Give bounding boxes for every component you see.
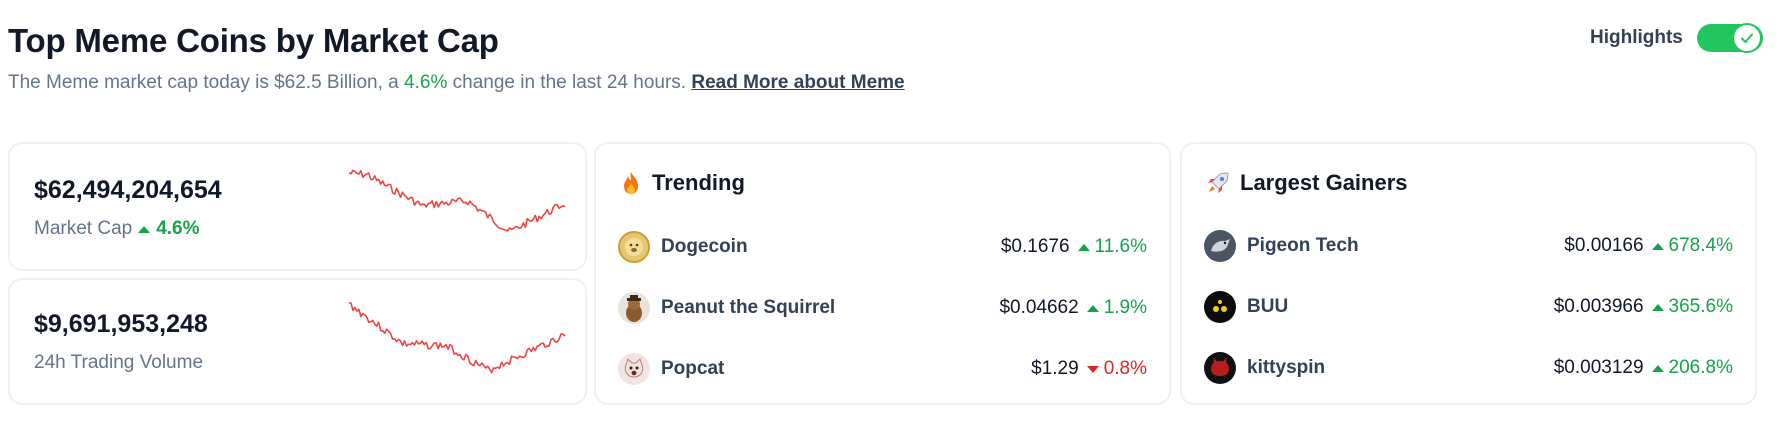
trending-price: $0.1676: [1000, 236, 1070, 257]
market-cap-value: $62,494,204,654: [34, 176, 222, 204]
rocket-icon: [1208, 172, 1229, 193]
highlights-toggle-group: Highlights: [1590, 23, 1763, 53]
gainers-price: $0.003129: [1553, 357, 1644, 378]
subtitle-suffix: change in the last 24 hours.: [452, 72, 687, 93]
toggle-knob: [1731, 23, 1762, 53]
market-cap-sparkline: [348, 169, 566, 232]
subtitle-change: 4.6%: [404, 72, 448, 93]
trending-name: Peanut the Squirrel: [661, 297, 836, 318]
page-title: Top Meme Coins by Market Cap: [8, 22, 499, 59]
trending-name: Dogecoin: [661, 236, 748, 257]
gainers-row-kittyspin[interactable]: kittyspin $0.003129 206.8%: [1204, 351, 1733, 385]
gainers-row-buu[interactable]: BUU $0.003966 365.6%: [1204, 290, 1733, 324]
gainers-title: Largest Gainers: [1206, 170, 1408, 196]
buu-icon: [1204, 291, 1236, 323]
gainers-change: 206.8%: [1651, 357, 1733, 379]
trending-change: 1.9%: [1086, 297, 1147, 319]
gainers-price: $0.00166: [1564, 235, 1644, 256]
market-cap-change: 4.6%: [138, 218, 200, 240]
market-cap-label-row: Market Cap 4.6%: [34, 218, 200, 240]
trending-row-popcat[interactable]: Popcat $1.29 0.8%: [618, 352, 1147, 386]
caret-up-icon: [1651, 242, 1664, 250]
volume-card: $9,691,953,248 24h Trading Volume: [8, 278, 587, 405]
flame-icon: [624, 172, 638, 194]
volume-label: 24h Trading Volume: [34, 352, 204, 373]
dogecoin-icon: [618, 231, 650, 263]
caret-up-icon: [1086, 304, 1099, 312]
trending-row-dogecoin[interactable]: Dogecoin $0.1676 11.6%: [618, 230, 1147, 264]
volume-label-row: 24h Trading Volume: [34, 352, 203, 374]
kittyspin-icon: [1204, 352, 1236, 384]
peanut-squirrel-icon: [618, 292, 650, 324]
gainers-name: Pigeon Tech: [1247, 235, 1359, 256]
read-more-link[interactable]: Read More about Meme: [691, 72, 904, 93]
gainers-change: 678.4%: [1651, 235, 1733, 257]
volume-value: $9,691,953,248: [34, 310, 208, 338]
check-icon: [1740, 33, 1753, 43]
trending-price: $1.29: [1031, 358, 1079, 379]
trending-name: Popcat: [661, 358, 725, 379]
trending-row-peanut[interactable]: Peanut the Squirrel $0.04662 1.9%: [618, 291, 1147, 325]
gainers-row-pigeon-tech[interactable]: Pigeon Tech $0.00166 678.4%: [1204, 229, 1733, 263]
trending-change: 11.6%: [1077, 236, 1147, 258]
gainers-change: 365.6%: [1651, 296, 1733, 318]
caret-up-icon: [1651, 303, 1664, 311]
caret-up-icon: [1077, 243, 1090, 251]
subtitle-prefix: The Meme market cap today is $62.5 Billi…: [8, 72, 399, 93]
popcat-icon: [618, 353, 650, 385]
caret-up-icon: [1651, 364, 1664, 372]
trending-price: $0.04662: [999, 297, 1079, 318]
caret-up-icon: [138, 225, 151, 233]
gainers-price: $0.003966: [1553, 296, 1644, 317]
highlights-toggle[interactable]: [1696, 23, 1763, 53]
page-subtitle: The Meme market cap today is $62.5 Billi…: [8, 72, 905, 94]
gainers-name: kittyspin: [1247, 357, 1326, 378]
gainers-name: BUU: [1247, 296, 1289, 317]
pigeon-tech-icon: [1204, 230, 1236, 262]
highlights-label: Highlights: [1590, 27, 1683, 48]
caret-down-icon: [1086, 365, 1099, 373]
volume-sparkline: [348, 301, 566, 374]
trending-card: Trending Dogecoin $0.1676 11.6% Peanut t…: [594, 142, 1171, 405]
trending-change: 0.8%: [1086, 358, 1147, 380]
market-cap-label: Market Cap: [34, 218, 133, 239]
largest-gainers-card: Largest Gainers Pigeon Tech $0.00166 678…: [1180, 142, 1757, 405]
trending-title: Trending: [620, 170, 745, 196]
market-cap-card: $62,494,204,654 Market Cap 4.6%: [8, 142, 587, 271]
